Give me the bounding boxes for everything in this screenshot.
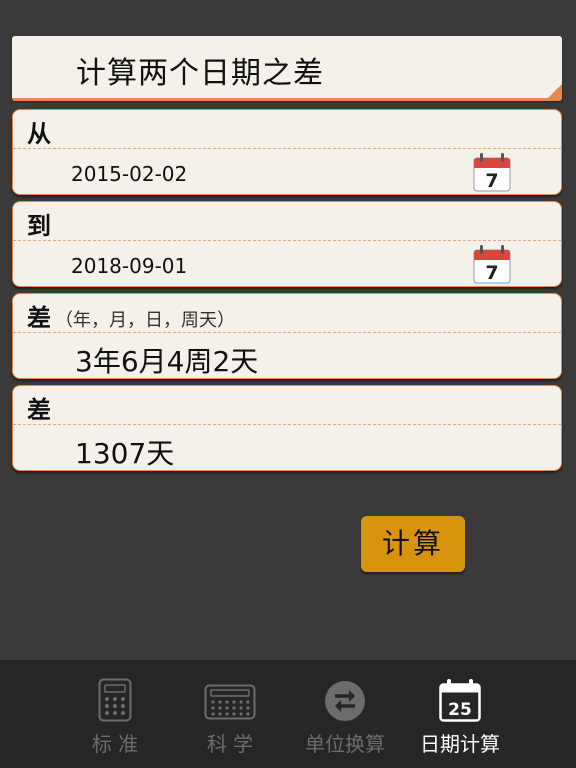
diff-ymd-label-text: 差 bbox=[27, 304, 51, 332]
keyboard-icon bbox=[204, 684, 256, 720]
from-date-card[interactable]: 从 2015-02-02 7 bbox=[12, 109, 562, 195]
tab-standard-label: 标 准 bbox=[91, 732, 139, 756]
tab-date-calc[interactable]: 25 日期计算 bbox=[400, 660, 520, 768]
calendar-icon: 25 bbox=[439, 679, 481, 722]
diff-ymd-card: 差（年，月，日，周天） 3年6月4周2天 bbox=[12, 293, 562, 379]
diff-ymd-header: 差（年，月，日，周天） bbox=[13, 294, 561, 333]
tab-unit-conversion[interactable]: 单位换算 bbox=[285, 660, 405, 768]
from-label: 从 bbox=[27, 120, 51, 148]
calculate-button[interactable]: 计算 bbox=[361, 516, 465, 572]
diff-ymd-label: 差（年，月，日，周天） bbox=[27, 298, 235, 333]
swap-icon bbox=[325, 681, 365, 721]
from-date-value[interactable]: 2015-02-02 bbox=[71, 162, 187, 186]
calendar-icon[interactable]: 7 bbox=[473, 244, 511, 284]
to-date-value[interactable]: 2018-09-01 bbox=[71, 254, 187, 278]
tab-date-calc-label: 日期计算 bbox=[420, 732, 500, 756]
diff-days-card: 差 1307天 bbox=[12, 385, 562, 471]
tab-bar: 标 准 科 学 单位换算 25 日期计算 bbox=[0, 660, 576, 768]
to-label: 到 bbox=[27, 212, 51, 240]
tab-scientific-label: 科 学 bbox=[206, 732, 254, 756]
diff-days-value: 1307天 bbox=[75, 437, 175, 470]
calendar-icon-number: 25 bbox=[448, 700, 472, 720]
diff-ymd-sublabel: （年，月，日，周天） bbox=[55, 310, 235, 331]
from-date-header: 从 bbox=[13, 110, 561, 149]
to-date-card[interactable]: 到 2018-09-01 7 bbox=[12, 201, 562, 287]
diff-days-header: 差 bbox=[13, 386, 561, 425]
calendar-icon-number: 7 bbox=[485, 262, 498, 284]
tab-unit-conversion-label: 单位换算 bbox=[305, 732, 385, 756]
tab-standard[interactable]: 标 准 bbox=[55, 660, 175, 768]
calendar-icon[interactable]: 7 bbox=[473, 152, 511, 192]
to-date-header: 到 bbox=[13, 202, 561, 241]
calendar-icon-number: 7 bbox=[485, 170, 498, 192]
diff-days-label: 差 bbox=[27, 396, 51, 424]
tab-scientific[interactable]: 科 学 bbox=[170, 660, 290, 768]
app: 计算两个日期之差 从 2015-02-02 7 到 2018-09-01 7 差… bbox=[0, 0, 576, 768]
title-card: 计算两个日期之差 bbox=[12, 36, 562, 101]
page-title: 计算两个日期之差 bbox=[76, 56, 324, 91]
calculator-icon bbox=[98, 678, 132, 722]
diff-ymd-value: 3年6月4周2天 bbox=[75, 345, 259, 378]
corner-fold bbox=[548, 84, 562, 98]
